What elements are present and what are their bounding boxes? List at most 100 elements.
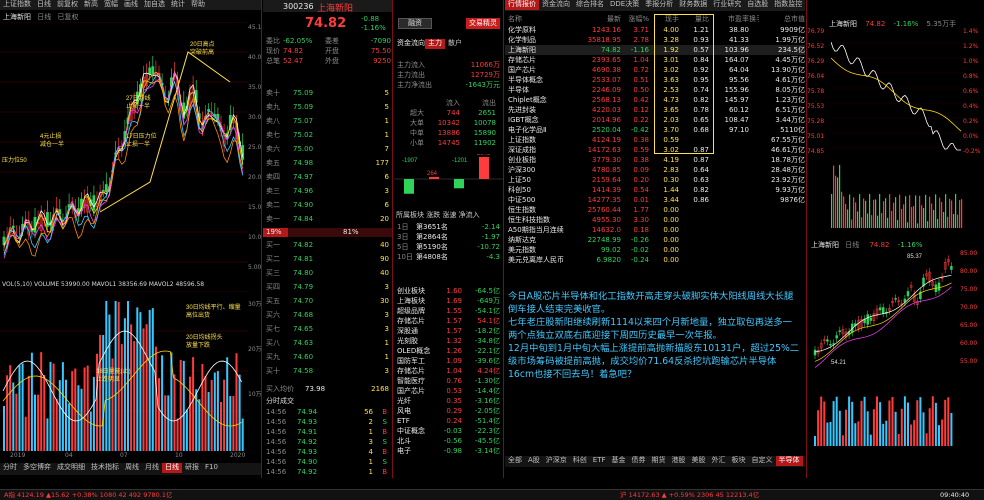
volume-annotation: 高位出货 — [186, 311, 210, 319]
table-bottom-tab-14[interactable]: 综合 — [803, 456, 805, 466]
sector-row[interactable]: 存储芯片 1.57 54.1亿 — [394, 316, 503, 326]
sector-row[interactable]: 存储芯片 1.04 4.24亿 — [394, 366, 503, 376]
sector-row[interactable]: 风电 0.29 -2.05亿 — [394, 406, 503, 416]
kline-chart[interactable]: 20日高点突破前高 27日均线止损一半 4元止损减仓一半 17日压力位止损一半压力位5… — [0, 22, 248, 277]
chart-tool-0[interactable]: 上证指数 — [0, 0, 34, 10]
table-row[interactable]: 纳斯达克 22748.99 -0.26 0.00 — [505, 235, 805, 245]
mini2-candle — [878, 307, 882, 311]
table-bottom-tab-0[interactable]: 全部 — [505, 456, 525, 466]
table-top-tab-3[interactable]: DDE决策 — [607, 0, 642, 10]
sector-row[interactable]: 国防军工 1.09 -39.6亿 — [394, 356, 503, 366]
table-head-cell[interactable]: 名称 — [505, 14, 581, 24]
table-bottom-tab-3[interactable]: 科创 — [570, 456, 590, 466]
intraday-vol-bar — [955, 194, 957, 228]
chart-tool-1[interactable]: 日线 — [34, 0, 54, 10]
level-price: 74.65 — [293, 325, 314, 333]
table-bottom-tab-9[interactable]: 美股 — [689, 456, 709, 466]
sector-row[interactable]: 光刻胶 1.32 -34.8亿 — [394, 336, 503, 346]
chart-tool-8[interactable]: 帮助 — [188, 0, 208, 10]
buy-button[interactable]: 交易精灵 — [466, 18, 500, 29]
table-bottom-tab-7[interactable]: 期货 — [649, 456, 669, 466]
bid-level: 买二 74.81 90 — [263, 252, 392, 266]
table-head-cell[interactable]: 最新 — [581, 14, 621, 24]
table-head-cell[interactable]: 总市值 — [759, 14, 805, 24]
daily-mini-chart[interactable]: 85.37 54.21 — [811, 250, 959, 446]
sector-row[interactable]: 北斗 -0.56 -45.5亿 — [394, 436, 503, 446]
chart-tab-6[interactable]: 日线 — [162, 463, 182, 473]
sector-row[interactable]: ETF 0.24 -51.4亿 — [394, 416, 503, 426]
sector-row[interactable]: 上海板块 1.69 -649万 — [394, 296, 503, 306]
table-row[interactable]: 上证50 2159.64 0.20 0.30 0.63 23.92万亿 — [505, 175, 805, 185]
table-top-tab-4[interactable]: 季报分析 — [642, 0, 676, 10]
chart-tool-4[interactable]: 宽幅 — [101, 0, 121, 10]
table-bottom-tab-2[interactable]: 沪深京 — [543, 456, 570, 466]
chart-tab-5[interactable]: 月线 — [142, 463, 162, 473]
table-row[interactable]: 美元指数 99.02 -0.02 0.00 — [505, 245, 805, 255]
capital-tab-0[interactable]: 主力 — [425, 39, 445, 49]
table-row[interactable]: 恒生科技指数 4955.30 3.30 0.00 — [505, 215, 805, 225]
chart-tab-2[interactable]: 成交明细 — [54, 463, 88, 473]
table-bottom-tab-8[interactable]: 港股 — [669, 456, 689, 466]
table-row[interactable]: A50期指当月连续 14632.0 0.18 0.00 — [505, 225, 805, 235]
table-top-tab-6[interactable]: 行业研究 — [710, 0, 744, 10]
chart-tool-7[interactable]: 统计 — [168, 0, 188, 10]
sell-button[interactable]: 融资 — [398, 18, 432, 29]
table-top-tab-2[interactable]: 综合排名 — [573, 0, 607, 10]
table-top-tab-8[interactable]: 指数监控 — [771, 0, 805, 10]
table-row[interactable]: 恒生指数 25760.44 1.77 0.00 — [505, 205, 805, 215]
table-head-cell[interactable]: 市盈率 — [709, 14, 749, 24]
capital-tab-1[interactable]: 散户 — [445, 39, 465, 49]
level-volume: 1 — [384, 117, 389, 125]
trade-row: 14:5674.896S — [263, 477, 392, 478]
sector-row[interactable]: OLED概念 1.26 -22.1亿 — [394, 346, 503, 356]
table-top-tab-7[interactable]: 自选股 — [744, 0, 771, 10]
level-label: 卖七 — [266, 131, 280, 139]
table-top-tab-1[interactable]: 资金流向 — [539, 0, 573, 10]
table-bottom-tab-13[interactable]: 半导体 — [775, 456, 803, 466]
table-top-tab-0[interactable]: 行情报价 — [505, 0, 539, 10]
sector-name: 深股通 — [397, 327, 418, 335]
table-bottom-tab-12[interactable]: 自定义 — [749, 456, 776, 466]
chart-tab-0[interactable]: 分时 — [0, 463, 20, 473]
table-bottom-tab-11[interactable]: 板块 — [729, 456, 749, 466]
table-row[interactable]: 创业板指 3779.30 0.38 4.19 0.87 18.78万亿 — [505, 155, 805, 165]
table-bottom-tab-10[interactable]: 外汇 — [709, 456, 729, 466]
chart-tab-4[interactable]: 周线 — [122, 463, 142, 473]
chart-tool-2[interactable]: 前复权 — [54, 0, 81, 10]
sector-row[interactable]: 中证概念 -0.03 -22.3亿 — [394, 426, 503, 436]
mini2-vol-bar — [823, 401, 826, 446]
chart-tool-3[interactable]: 新高 — [81, 0, 101, 10]
trade-side: S — [382, 458, 387, 466]
table-row[interactable]: 沪深300 4780.85 0.09 2.83 0.64 28.48万亿 — [505, 165, 805, 175]
sector-row[interactable]: 光纤 0.35 -3.16亿 — [394, 396, 503, 406]
chart-tab-8[interactable]: F10 — [202, 463, 221, 473]
volume-chart[interactable]: 30日均线平行、缩量高位出货 20日均线拐头放量下跌 18日量能(止)止跌明显 — [0, 291, 248, 451]
sector-row[interactable]: 智能医疗 0.76 -1.30亿 — [394, 376, 503, 386]
sector-row[interactable]: 电子 -0.98 -3.14亿 — [394, 446, 503, 456]
intraday-chart[interactable] — [831, 28, 963, 228]
table-bottom-tab-1[interactable]: A股 — [525, 456, 543, 466]
sector-row[interactable]: 深股通 1.57 -18.2亿 — [394, 326, 503, 336]
table-head-cell[interactable]: 涨幅% — [621, 14, 649, 24]
table-row[interactable]: 美元兑离岸人民币 6.9820 -0.24 0.00 — [505, 255, 805, 265]
chart-tool-5[interactable]: 画线 — [121, 0, 141, 10]
chart-tab-7[interactable]: 研报 — [182, 463, 202, 473]
rank-row: 5日 第5190名 -10.72 — [394, 242, 503, 252]
table-bottom-tab-4[interactable]: ETF — [590, 456, 609, 466]
bid-level: 买四 74.79 3 — [263, 280, 392, 294]
table-bottom-tab-5[interactable]: 基金 — [609, 456, 629, 466]
stat-row: 总笔 52.47 外盘 9250 — [263, 56, 392, 66]
chart-tab-3[interactable]: 技术指标 — [88, 463, 122, 473]
table-head-cell[interactable]: 换手 — [749, 14, 759, 24]
chart-tab-1[interactable]: 多空博弈 — [20, 463, 54, 473]
table-bottom-tab-6[interactable]: 债券 — [629, 456, 649, 466]
mini2-vol-bar — [872, 409, 875, 446]
chart-tool-6[interactable]: 加自选 — [141, 0, 168, 10]
table-top-tab-5[interactable]: 财务数据 — [676, 0, 710, 10]
intraday-vol-bar — [881, 212, 883, 228]
sector-row[interactable]: 超级品牌 1.55 -54.1亿 — [394, 306, 503, 316]
sector-row[interactable]: 国产芯片 0.53 -14.4亿 — [394, 386, 503, 396]
table-row[interactable]: 中证500 14277.35 0.01 3.44 0.86 9876亿 — [505, 195, 805, 205]
sector-row[interactable]: 创业板块 1.60 -64.5亿 — [394, 286, 503, 296]
table-row[interactable]: 科创50 1414.39 0.54 1.44 0.82 9.93万亿 — [505, 185, 805, 195]
